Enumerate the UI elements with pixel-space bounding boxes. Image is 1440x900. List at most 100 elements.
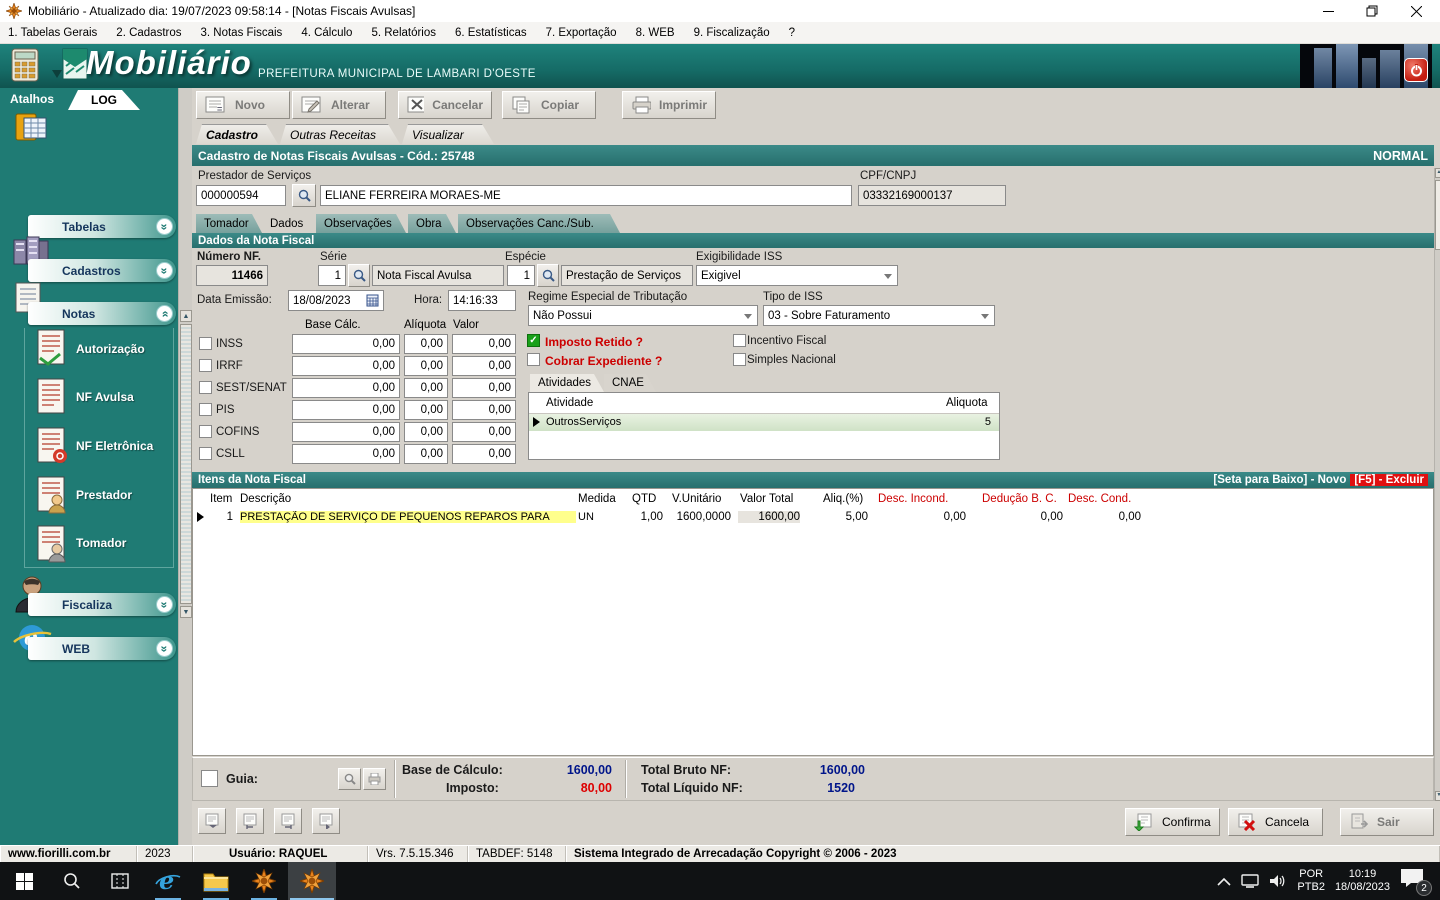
- inner-vertical-scrollbar[interactable]: ▲ ▼: [178, 88, 192, 845]
- sidebar-tab-log[interactable]: LOG: [68, 90, 140, 110]
- sidebar-item-tomador[interactable]: Tomador: [76, 536, 126, 550]
- hora-field[interactable]: 14:16:33: [448, 290, 516, 311]
- cobrar-expediente-checkbox[interactable]: [527, 353, 540, 366]
- start-button[interactable]: [0, 862, 48, 900]
- inss-valor-field[interactable]: 0,00: [452, 334, 516, 354]
- menu-exportacao[interactable]: 7. Exportação: [546, 27, 617, 39]
- cofins-base-field[interactable]: 0,00: [292, 422, 400, 442]
- menu-help[interactable]: ?: [789, 27, 795, 39]
- tab-observacoes-canc-sub[interactable]: Observações Canc./Sub.: [458, 214, 620, 233]
- numero-nf-field[interactable]: 11466: [196, 265, 268, 286]
- sest-senat-checkbox[interactable]: [199, 381, 212, 394]
- tab-observacoes[interactable]: Observações: [316, 214, 406, 233]
- cofins-aliquota-field[interactable]: 0,00: [404, 422, 448, 442]
- item-row[interactable]: 1 PRESTAÇÃO DE SERVIÇO DE PEQUENOS REPAR…: [193, 508, 1433, 526]
- irrf-checkbox[interactable]: [199, 359, 212, 372]
- menu-web[interactable]: 8. WEB: [636, 27, 675, 39]
- autorizacao-icon[interactable]: [34, 328, 70, 368]
- tomador-icon[interactable]: [34, 524, 70, 564]
- nf-avulsa-icon[interactable]: [34, 377, 70, 417]
- sidebar-group-tabelas[interactable]: Tabelas »: [28, 215, 176, 238]
- tab-obra[interactable]: Obra: [408, 214, 456, 233]
- pis-base-field[interactable]: 0,00: [292, 400, 400, 420]
- sidebar-tab-atalhos[interactable]: Atalhos: [10, 92, 54, 106]
- csll-base-field[interactable]: 0,00: [292, 444, 400, 464]
- taskbar-ie-button[interactable]: e: [144, 862, 192, 900]
- copiar-button[interactable]: Copiar: [502, 91, 596, 119]
- main-vertical-scrollbar[interactable]: ▲ ▼: [1434, 168, 1440, 801]
- cancelar-button[interactable]: Cancelar: [398, 91, 492, 119]
- irrf-base-field[interactable]: 0,00: [292, 356, 400, 376]
- scroll-up-arrow[interactable]: ▲: [1435, 168, 1440, 178]
- minimize-button[interactable]: [1306, 0, 1350, 22]
- menu-notas-fiscais[interactable]: 3. Notas Fiscais: [201, 27, 283, 39]
- chevron-down-icon[interactable]: »: [156, 596, 173, 613]
- confirma-button[interactable]: Confirma: [1125, 808, 1220, 836]
- exigibilidade-select[interactable]: Exigivel: [696, 265, 898, 286]
- language-indicator[interactable]: POR PTB2: [1297, 868, 1325, 894]
- menu-calculo[interactable]: 4. Cálculo: [301, 27, 352, 39]
- taskbar-fiorilli-app1-button[interactable]: [240, 862, 288, 900]
- chevron-down-icon[interactable]: »: [156, 640, 173, 657]
- especie-lookup-button[interactable]: [537, 264, 559, 287]
- sidebar-item-autorizacao[interactable]: Autorização: [76, 342, 145, 356]
- nav-first-button[interactable]: [198, 808, 226, 834]
- guia-lookup-button[interactable]: [338, 768, 361, 790]
- irrf-aliquota-field[interactable]: 0,00: [404, 356, 448, 376]
- chevron-down-icon[interactable]: »: [156, 218, 173, 235]
- tab-cadastro[interactable]: Cadastro: [196, 124, 278, 144]
- task-view-button[interactable]: [96, 862, 144, 900]
- close-button[interactable]: [1394, 0, 1438, 22]
- inss-base-field[interactable]: 0,00: [292, 334, 400, 354]
- menu-estatisticas[interactable]: 6. Estatísticas: [455, 27, 527, 39]
- notification-center-button[interactable]: 2: [1400, 868, 1432, 896]
- tab-tomador[interactable]: Tomador: [196, 214, 262, 233]
- sidebar-group-fiscaliza[interactable]: Fiscaliza »: [28, 593, 176, 616]
- csll-checkbox[interactable]: [199, 447, 212, 460]
- cofins-valor-field[interactable]: 0,00: [452, 422, 516, 442]
- tab-atividades[interactable]: Atividades: [530, 374, 604, 392]
- prestador-lookup-button[interactable]: [292, 184, 316, 207]
- nav-prev-button[interactable]: [236, 808, 264, 834]
- nf-eletronica-icon[interactable]: [34, 426, 70, 466]
- cpf-cnpj-field[interactable]: 03332169000137: [858, 185, 1006, 206]
- imprimir-button[interactable]: Imprimir: [622, 91, 716, 119]
- calendar-icon[interactable]: [366, 294, 379, 307]
- prestador-icon[interactable]: [34, 475, 70, 515]
- power-button[interactable]: [1404, 58, 1428, 82]
- tab-outras-receitas[interactable]: Outras Receitas: [280, 124, 400, 144]
- scroll-down-arrow[interactable]: ▼: [1435, 791, 1440, 801]
- sidebar-item-nf-eletronica[interactable]: NF Eletrônica: [76, 439, 153, 453]
- sest-senat-base-field[interactable]: 0,00: [292, 378, 400, 398]
- cancela-button[interactable]: Cancela: [1228, 808, 1323, 836]
- novo-button[interactable]: = Novo: [196, 91, 290, 119]
- atividade-row[interactable]: OutrosServiços 5: [529, 414, 999, 431]
- speaker-icon[interactable]: [1269, 874, 1287, 888]
- chevron-down-icon[interactable]: »: [156, 262, 173, 279]
- taskbar-search-button[interactable]: [48, 862, 96, 900]
- inss-checkbox[interactable]: [199, 337, 212, 350]
- serie-lookup-button[interactable]: [348, 264, 370, 287]
- sair-button[interactable]: Sair: [1340, 808, 1434, 836]
- alterar-button[interactable]: Alterar: [292, 91, 386, 119]
- especie-field[interactable]: 1: [507, 265, 535, 286]
- taskbar-explorer-button[interactable]: [192, 862, 240, 900]
- irrf-valor-field[interactable]: 0,00: [452, 356, 516, 376]
- guia-checkbox[interactable]: [201, 770, 218, 787]
- csll-valor-field[interactable]: 0,00: [452, 444, 516, 464]
- sidebar-item-nf-avulsa[interactable]: NF Avulsa: [76, 390, 134, 404]
- pis-aliquota-field[interactable]: 0,00: [404, 400, 448, 420]
- restore-button[interactable]: [1350, 0, 1394, 22]
- tab-cnae[interactable]: CNAE: [604, 374, 656, 392]
- sest-senat-aliquota-field[interactable]: 0,00: [404, 378, 448, 398]
- serie-field[interactable]: 1: [318, 265, 346, 286]
- incentivo-fiscal-checkbox[interactable]: [733, 334, 746, 347]
- prestador-name-field[interactable]: ELIANE FERREIRA MORAES-ME: [320, 185, 852, 206]
- chevron-up-icon[interactable]: »: [156, 305, 173, 322]
- tray-chevron-up-icon[interactable]: [1217, 877, 1231, 886]
- imposto-retido-checkbox[interactable]: ✓: [527, 334, 540, 347]
- menu-relatorios[interactable]: 5. Relatórios: [371, 27, 436, 39]
- dropdown-arrow-icon[interactable]: [52, 70, 62, 78]
- menu-tabelas-gerais[interactable]: 1. Tabelas Gerais: [8, 27, 97, 39]
- clock[interactable]: 10:19 18/08/2023: [1335, 868, 1390, 894]
